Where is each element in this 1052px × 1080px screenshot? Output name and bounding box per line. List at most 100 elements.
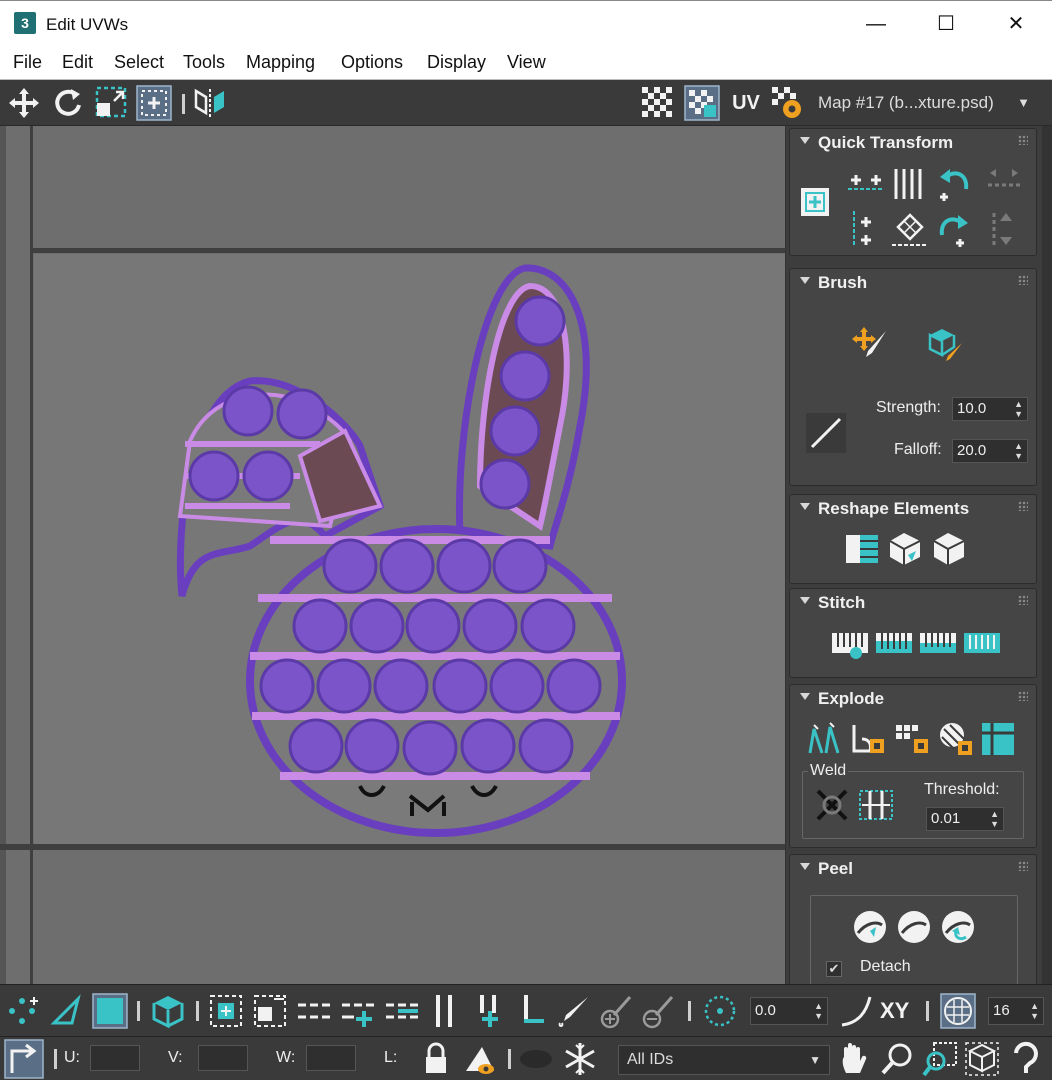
align-horizontal-icon[interactable]: [846, 163, 886, 203]
close-button[interactable]: ✕: [986, 1, 1046, 47]
ring-shrink-icon[interactable]: [514, 993, 550, 1029]
texture-map-dropdown[interactable]: Map #17 (b...xture.psd) ▼: [808, 84, 1040, 122]
collapse-arrow-icon[interactable]: [800, 597, 810, 604]
collapse-arrow-icon[interactable]: [800, 693, 810, 700]
align-vertical-icon[interactable]: [846, 209, 886, 249]
drag-handle-icon[interactable]: [1018, 861, 1028, 871]
drag-handle-icon[interactable]: [1018, 501, 1028, 511]
material-id-dropdown[interactable]: All IDs ▼: [618, 1045, 830, 1075]
collapse-arrow-icon[interactable]: [800, 863, 810, 870]
freeform-icon[interactable]: [136, 85, 172, 121]
threshold-spinner[interactable]: 0.01 ▲ ▼: [926, 807, 1004, 831]
paint-select-shrink-icon[interactable]: [640, 993, 676, 1029]
grid-snap-icon[interactable]: [940, 993, 976, 1029]
maximize-button[interactable]: ☐: [916, 1, 976, 47]
menu-options[interactable]: Options: [341, 52, 403, 73]
set-pivot-icon[interactable]: [800, 187, 830, 217]
xy-plane-button[interactable]: XY: [880, 993, 916, 1029]
curve-icon[interactable]: [838, 993, 874, 1029]
drag-handle-icon[interactable]: [1018, 275, 1028, 285]
zoom-icon[interactable]: [880, 1041, 916, 1077]
rollout-title[interactable]: Explode: [818, 689, 884, 709]
element-select-icon[interactable]: [150, 993, 186, 1029]
spinner-arrows-icon[interactable]: ▲ ▼: [1014, 441, 1023, 461]
rotate-cw-icon[interactable]: [934, 209, 974, 249]
texture-settings-icon[interactable]: [770, 85, 806, 121]
collapse-arrow-icon[interactable]: [800, 137, 810, 144]
minimize-button[interactable]: —: [846, 1, 906, 47]
break-by-material-icon[interactable]: [892, 719, 932, 759]
u-field[interactable]: [90, 1045, 140, 1071]
weld-target-icon[interactable]: [812, 785, 852, 825]
grow-selection-icon[interactable]: [208, 993, 244, 1029]
align-to-edge-vertical-icon[interactable]: [984, 209, 1024, 249]
align-to-edge-horizontal-icon[interactable]: [984, 163, 1024, 203]
grid-size-spinner[interactable]: 16 ▲ ▼: [988, 997, 1044, 1025]
uv-viewport[interactable]: [0, 126, 786, 984]
paint-select-icon[interactable]: [556, 993, 592, 1029]
straighten-selection-icon[interactable]: [842, 529, 882, 569]
break-by-smoothing-icon[interactable]: [848, 719, 888, 759]
weld-selected-icon[interactable]: [856, 785, 896, 825]
lock-icon[interactable]: [418, 1041, 454, 1077]
menu-tools[interactable]: Tools: [183, 52, 225, 73]
panel-scrollbar[interactable]: [1042, 126, 1052, 984]
straighten-icon[interactable]: [890, 209, 930, 249]
scale-icon[interactable]: [94, 85, 130, 121]
reset-peel-icon[interactable]: [938, 907, 978, 947]
show-hidden-icon[interactable]: [518, 1041, 554, 1077]
polygon-select-icon[interactable]: [92, 993, 128, 1029]
relax-brush-icon[interactable]: [924, 323, 964, 363]
move-icon[interactable]: [6, 85, 42, 121]
strength-spinner[interactable]: 10.0 ▲ ▼: [952, 397, 1028, 421]
menu-edit[interactable]: Edit: [62, 52, 93, 73]
zoom-region-icon[interactable]: [922, 1041, 958, 1077]
rotate-icon[interactable]: [50, 85, 86, 121]
rollout-title[interactable]: Peel: [818, 859, 853, 879]
spinner-arrows-icon[interactable]: ▲ ▼: [814, 1001, 823, 1021]
checker-pattern-icon[interactable]: [640, 85, 676, 121]
help-icon[interactable]: [1008, 1041, 1044, 1077]
rollout-title[interactable]: Stitch: [818, 593, 865, 613]
rotate-ccw-icon[interactable]: [934, 163, 974, 203]
loop-shrink-icon[interactable]: [384, 993, 420, 1029]
transform-mode-icon[interactable]: [4, 1039, 44, 1079]
paint-move-icon[interactable]: [850, 323, 890, 363]
menu-file[interactable]: File: [13, 52, 42, 73]
absolute-mode-icon[interactable]: [702, 993, 738, 1029]
rotation-value-spinner[interactable]: 0.0 ▲ ▼: [750, 997, 828, 1025]
vertex-select-icon[interactable]: [4, 993, 40, 1029]
shrink-selection-icon[interactable]: [252, 993, 288, 1029]
zoom-extents-icon[interactable]: [964, 1041, 1000, 1077]
loop-grow-icon[interactable]: [340, 993, 376, 1029]
menu-mapping[interactable]: Mapping: [246, 52, 315, 73]
pan-icon[interactable]: [836, 1041, 872, 1077]
freeze-icon[interactable]: [562, 1041, 598, 1077]
spinner-arrows-icon[interactable]: ▲ ▼: [990, 809, 999, 829]
uv-mode-button[interactable]: UV: [728, 85, 764, 121]
paint-select-grow-icon[interactable]: [598, 993, 634, 1029]
break-icon[interactable]: [978, 719, 1018, 759]
spinner-arrows-icon[interactable]: ▲ ▼: [1030, 1001, 1039, 1021]
rollout-title[interactable]: Reshape Elements: [818, 499, 969, 519]
detach-checkbox[interactable]: ✔: [826, 961, 842, 977]
relax-until-flat-icon[interactable]: [886, 529, 926, 569]
space-horizontal-icon[interactable]: [890, 163, 930, 203]
drag-handle-icon[interactable]: [1018, 691, 1028, 701]
stitch-to-target-icon[interactable]: [962, 623, 1002, 663]
mirror-icon[interactable]: [192, 85, 228, 121]
drag-handle-icon[interactable]: [1018, 595, 1028, 605]
drag-handle-icon[interactable]: [1018, 135, 1028, 145]
menu-select[interactable]: Select: [114, 52, 164, 73]
v-field[interactable]: [198, 1045, 248, 1071]
menu-display[interactable]: Display: [427, 52, 486, 73]
loop-select-icon[interactable]: [296, 993, 332, 1029]
hide-faces-icon[interactable]: [462, 1041, 498, 1077]
stitch-to-source-icon[interactable]: [874, 623, 914, 663]
break-by-polygon-icon[interactable]: [804, 719, 844, 759]
break-by-uv-seam-icon[interactable]: [936, 719, 976, 759]
menu-view[interactable]: View: [507, 52, 546, 73]
spinner-arrows-icon[interactable]: ▲ ▼: [1014, 399, 1023, 419]
pelt-map-icon[interactable]: [894, 907, 934, 947]
show-map-icon[interactable]: [684, 85, 720, 121]
